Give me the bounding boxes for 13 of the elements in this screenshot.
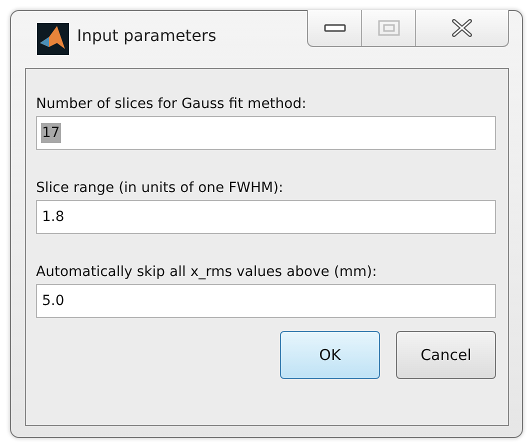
field-label: Number of slices for Gauss fit method: [36,95,308,114]
dialog-button[interactable]: Cancel [396,331,496,379]
input-field[interactable]: 1.8 [36,200,496,234]
input-field[interactable]: 17 [36,116,496,150]
field-label: Automatically skip all x_rms values above (mm): [36,263,378,282]
field-label: Slice range (in units of one FWHM): [36,179,284,198]
app-icon [37,23,69,55]
maximize-icon [378,20,400,36]
window-title: Input parameters [77,26,216,45]
dialog-button[interactable]: OK [280,331,380,379]
close-icon [451,19,473,37]
input-field[interactable]: 5.0 [36,284,496,318]
minimize-icon [324,24,346,32]
